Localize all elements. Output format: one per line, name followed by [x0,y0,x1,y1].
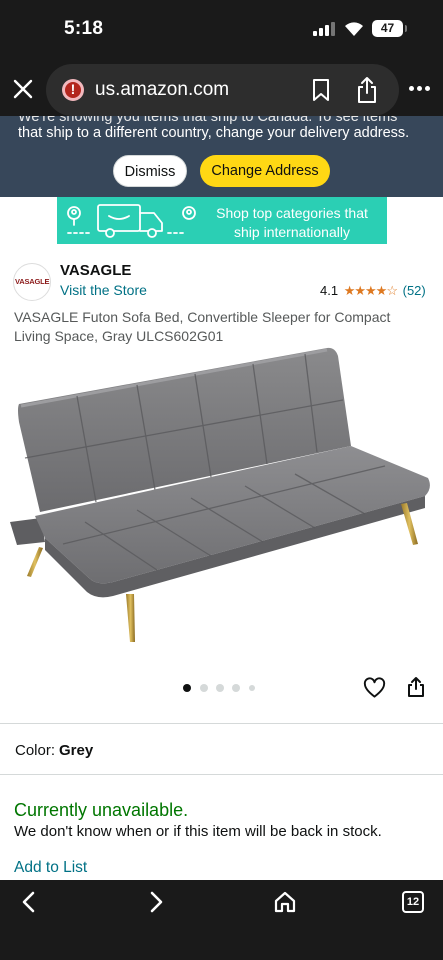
status-time: 5:18 [64,18,104,39]
dismiss-button[interactable]: Dismiss [113,155,187,187]
change-address-button[interactable]: Change Address [200,155,330,187]
color-value: Grey [59,742,94,759]
heart-icon[interactable] [363,677,386,699]
product-title: VASAGLE Futon Sofa Bed, Convertible Slee… [14,309,391,344]
forward-arrow-icon[interactable] [145,890,167,914]
battery-icon: 47 [372,20,407,37]
availability-detail: We don't know when or if this item will … [14,823,382,840]
rating-count[interactable]: (52) [403,283,426,298]
brand-name[interactable]: VASAGLE [60,262,131,279]
color-variant-row: Color: Grey [15,742,93,759]
more-options-icon[interactable] [409,86,431,94]
close-icon[interactable] [11,77,35,101]
share-icon[interactable] [406,676,426,698]
rating-summary[interactable]: 4.1 ★★★★☆ (52) [320,283,426,299]
delivery-truck-icon [67,204,196,238]
site-warning-icon[interactable] [62,79,84,101]
back-arrow-icon[interactable] [18,890,40,914]
bookmark-icon[interactable] [310,78,332,102]
image-carousel-dots[interactable] [183,684,263,694]
visit-store-link[interactable]: Visit the Store [60,282,147,298]
international-shipping-banner[interactable]: Shop top categories that ship internatio… [57,197,387,244]
url-text[interactable]: us.amazon.com [95,79,229,101]
share-icon[interactable] [355,76,379,104]
rating-value: 4.1 [320,283,339,298]
divider [0,723,443,724]
wifi-icon [345,22,363,36]
address-bar[interactable]: us.amazon.com [46,64,399,116]
divider [0,774,443,775]
shipping-country-banner: We're showing you items that ship to Can… [0,116,443,197]
availability-status: Currently unavailable. [14,800,189,820]
browser-bottom-toolbar: 12 [0,880,443,960]
brand-logo[interactable]: VASAGLE [13,263,51,301]
color-label: Color: [15,742,56,759]
product-page: Shop top categories that ship internatio… [0,197,443,880]
shipping-message-line1: We're showing you items that ship to Can… [18,116,398,125]
product-image[interactable] [5,342,438,647]
shipping-message-line2: that ship to a different country, change… [18,125,410,141]
status-bar: 5:18 47 [0,0,443,60]
browser-toolbar: us.amazon.com [0,60,443,122]
cellular-signal-icon [313,22,335,36]
tab-switcher-button[interactable]: 12 [402,891,424,913]
home-icon[interactable] [273,890,297,914]
brand-logo-text: VASAGLE [15,277,50,286]
international-shipping-text[interactable]: Shop top categories that ship internatio… [203,204,381,242]
star-rating-icon: ★★★★☆ [343,283,398,298]
add-to-list-link[interactable]: Add to List [14,859,87,877]
